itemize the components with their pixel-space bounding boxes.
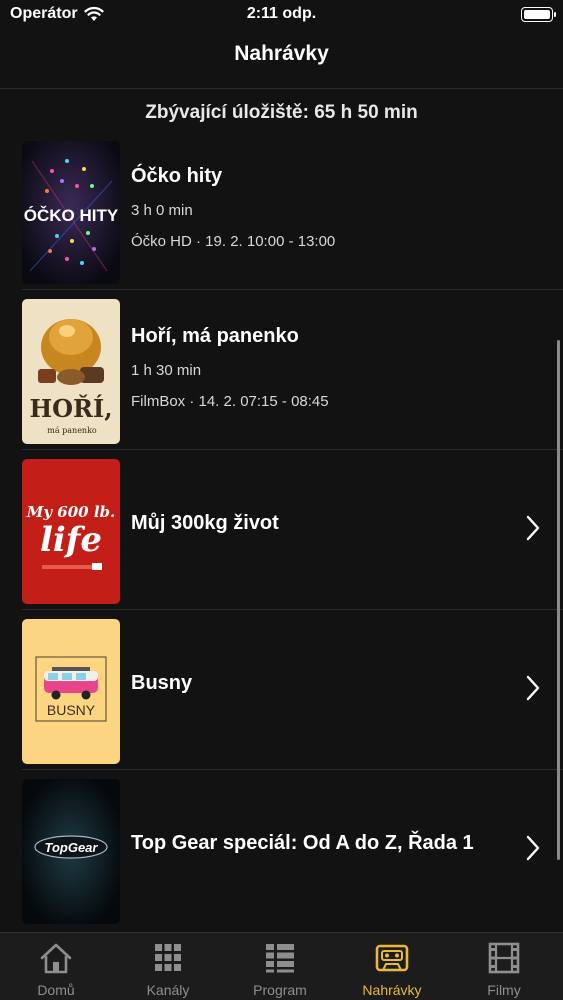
- recording-row[interactable]: My 600 lb. life Můj 300kg život: [0, 450, 563, 610]
- poster-text: HOŘÍ,: [29, 394, 112, 423]
- recording-channel-info: Óčko HD · 19. 2. 10:00 - 13:00: [131, 233, 336, 250]
- poster-ocko-hity: ÓČKO HITY: [22, 141, 120, 284]
- recording-row[interactable]: TopGear Top Gear speciál: Od A do Z, Řad…: [0, 770, 563, 930]
- tab-label: Kanály: [146, 982, 190, 998]
- recording-title: Hoří, má panenko: [131, 325, 299, 347]
- recording-row[interactable]: HOŘÍ, má panenko Hoří, má panenko 1 h 30…: [0, 290, 563, 450]
- chevron-right-icon[interactable]: [525, 674, 541, 702]
- chevron-right-icon[interactable]: [525, 514, 541, 542]
- tab-label: Program: [253, 982, 307, 998]
- chevron-right-icon[interactable]: [525, 834, 541, 862]
- tab-bar: Domů Kanály Program Nahrávky Filmy: [0, 932, 563, 1000]
- film-icon: [488, 942, 520, 974]
- tab-domu[interactable]: Domů: [0, 933, 112, 1000]
- recording-title: Můj 300kg život: [131, 512, 279, 534]
- tab-filmy[interactable]: Filmy: [448, 933, 560, 1000]
- poster-text: ÓČKO HITY: [24, 206, 119, 225]
- tab-nahravky[interactable]: Nahrávky: [336, 933, 448, 1000]
- recording-duration: 3 h 0 min: [131, 202, 193, 219]
- home-icon: [40, 943, 72, 974]
- battery-icon: [521, 7, 556, 22]
- recording-title: Top Gear speciál: Od A do Z, Řada 1: [131, 832, 474, 854]
- tab-label: Nahrávky: [362, 982, 422, 998]
- recording-row[interactable]: ÓČKO HITY Óčko hity 3 h 0 min Óčko HD · …: [0, 130, 563, 290]
- recording-duration: 1 h 30 min: [131, 362, 202, 379]
- status-bar: Operátor 2:11 odp.: [0, 0, 563, 30]
- recording-row[interactable]: BUSNY Busny: [0, 610, 563, 770]
- storage-remaining: Zbývající úložiště: 65 h 50 min: [145, 102, 418, 123]
- clock: 2:11 odp.: [246, 5, 317, 22]
- list-icon: [266, 944, 294, 973]
- tab-label: Filmy: [487, 982, 521, 998]
- poster-text: My 600 lb.: [26, 503, 115, 521]
- recording-title: Óčko hity: [131, 165, 223, 187]
- poster-text: TopGear: [45, 840, 99, 855]
- scrollbar[interactable]: [557, 340, 560, 860]
- recording-title: Busny: [131, 672, 193, 694]
- cassette-icon: [375, 944, 409, 972]
- tab-label: Domů: [37, 982, 75, 998]
- tab-kanaly[interactable]: Kanály: [112, 933, 224, 1000]
- poster-text: BUSNY: [47, 702, 96, 718]
- poster-busny: BUSNY: [22, 619, 120, 764]
- poster-subtext: má panenko: [47, 426, 97, 435]
- poster-top-gear: TopGear: [22, 779, 120, 924]
- tab-program[interactable]: Program: [224, 933, 336, 1000]
- recording-channel-info: FilmBox · 14. 2. 07:15 - 08:45: [131, 393, 329, 410]
- page-title: Nahrávky: [234, 42, 329, 65]
- grid-icon: [155, 944, 181, 971]
- poster-text: life: [40, 520, 102, 560]
- recordings-list[interactable]: ÓČKO HITY Óčko hity 3 h 0 min Óčko HD · …: [0, 130, 563, 932]
- poster-my-600-lb-life: My 600 lb. life: [22, 459, 120, 604]
- header-divider: [0, 88, 563, 89]
- poster-hori-ma-panenko: HOŘÍ, má panenko: [22, 299, 120, 444]
